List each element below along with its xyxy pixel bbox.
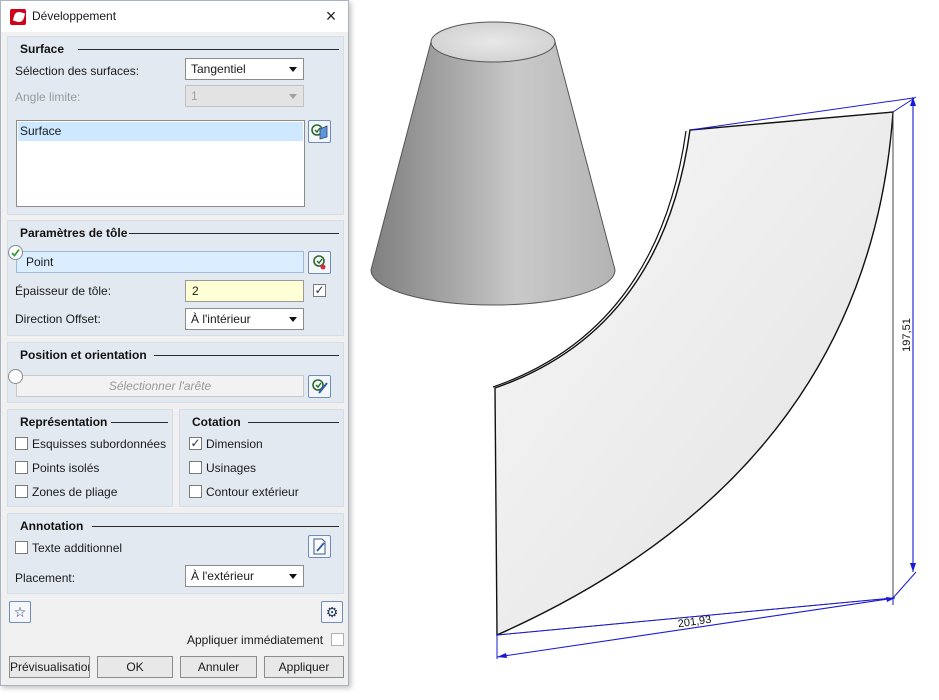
thickness-label: Épaisseur de tôle: [15, 284, 112, 298]
subordinate-sketches-checkbox[interactable] [15, 437, 28, 450]
sheet-params-section-title: Paramètres de tôle [20, 226, 128, 240]
surface-selection-label: Sélection des surfaces: [15, 64, 140, 78]
position-section-title: Position et orientation [20, 348, 147, 362]
surface-selection-dropdown[interactable]: Tangentiel [185, 58, 304, 80]
placement-dropdown[interactable]: À l'extérieur [185, 565, 304, 587]
section-divider [111, 422, 168, 423]
machining-checkbox[interactable] [189, 461, 202, 474]
model-viewport[interactable]: 197,51 201,93 [352, 0, 939, 697]
angle-limit-label: Angle limite: [15, 90, 81, 104]
section-divider [92, 526, 339, 527]
apply-immediately-label: Appliquer immédiatement [187, 633, 324, 647]
chevron-down-icon [289, 317, 297, 322]
offset-direction-dropdown[interactable]: À l'intérieur [185, 308, 304, 330]
dialog-titlebar[interactable]: Développement × [1, 1, 348, 32]
isolated-points-checkbox[interactable] [15, 461, 28, 474]
chevron-down-icon [289, 67, 297, 72]
outer-contour-checkbox[interactable] [189, 485, 202, 498]
settings-button[interactable]: ⚙ [321, 601, 343, 623]
machining-label: Usinages [206, 461, 257, 475]
edit-text-button[interactable] [308, 535, 331, 558]
offset-direction-label: Direction Offset: [15, 312, 101, 326]
section-divider [129, 233, 339, 234]
point-field[interactable]: Point [16, 251, 304, 273]
outer-contour-label: Contour extérieur [206, 485, 299, 499]
point-status-icon [8, 245, 23, 260]
ok-button[interactable]: OK [97, 656, 173, 678]
surface-panel: Surface Sélection des surfaces: Tangenti… [7, 36, 344, 215]
pick-surface-button[interactable] [308, 120, 331, 143]
edge-pick-icon [312, 379, 328, 394]
cone-model[interactable] [370, 21, 616, 306]
gear-icon: ⚙ [325, 604, 339, 620]
placement-label: Placement: [15, 571, 76, 585]
cotation-section-title: Cotation [192, 415, 241, 429]
apply-immediately-checkbox[interactable] [331, 633, 344, 646]
thickness-input[interactable]: 2 [185, 280, 304, 302]
close-button[interactable]: × [322, 7, 340, 25]
section-divider [154, 355, 339, 356]
additional-text-label: Texte additionnel [32, 541, 123, 555]
app-logo-icon [10, 9, 26, 25]
surface-selection-value: Tangentiel [191, 62, 246, 76]
surface-section-title: Surface [20, 42, 65, 56]
list-item[interactable]: Surface [18, 122, 303, 141]
width-dimension-label: 201,93 [677, 614, 712, 631]
dimension-checkbox[interactable]: ✓ [189, 437, 202, 450]
edit-icon [313, 538, 326, 555]
cotation-panel: Cotation ✓ Dimension Usinages Contour ex… [179, 409, 344, 507]
bend-zones-label: Zones de pliage [32, 485, 118, 499]
annotation-section-title: Annotation [20, 519, 84, 533]
apply-button[interactable]: Appliquer [264, 656, 344, 678]
pick-edge-button[interactable] [308, 375, 331, 398]
edge-select-field[interactable]: Sélectionner l'arête [16, 375, 304, 397]
chevron-down-icon [289, 574, 297, 579]
angle-limit-dropdown[interactable]: 1 [185, 85, 304, 107]
subordinate-sketches-label: Esquisses subordonnées [32, 437, 167, 451]
angle-limit-value: 1 [191, 89, 198, 103]
representation-panel: Représentation Esquisses subordonnées Po… [7, 409, 173, 507]
dimension-label: Dimension [206, 437, 263, 451]
surface-pick-icon [311, 124, 328, 140]
surface-list[interactable]: Surface [16, 120, 305, 207]
annotation-panel: Annotation Texte additionnel Placement: … [7, 513, 344, 594]
preview-button[interactable]: Prévisualisation [9, 656, 90, 678]
section-divider [78, 49, 339, 50]
dialog-title: Développement [32, 9, 117, 23]
additional-text-checkbox[interactable] [15, 541, 28, 554]
offset-direction-value: À l'intérieur [191, 312, 251, 326]
thickness-checkbox[interactable]: ✓ [313, 284, 326, 297]
representation-section-title: Représentation [20, 415, 108, 429]
bend-zones-checkbox[interactable] [15, 485, 28, 498]
chevron-down-icon [289, 94, 297, 99]
star-icon: ☆ [13, 604, 27, 620]
pick-point-button[interactable] [308, 251, 331, 274]
placement-value: À l'extérieur [191, 569, 254, 583]
cancel-button[interactable]: Annuler [180, 656, 257, 678]
position-panel: Position et orientation Sélectionner l'a… [7, 342, 344, 403]
point-pick-icon [313, 255, 326, 270]
section-divider [248, 422, 339, 423]
check-icon [11, 248, 20, 257]
isolated-points-label: Points isolés [32, 461, 100, 475]
edge-radio[interactable] [8, 369, 23, 384]
sheet-params-panel: Paramètres de tôle Point Épaisseur de tô… [7, 220, 344, 336]
height-dimension-label: 197,51 [901, 318, 913, 352]
development-dialog: Développement × Surface Sélection des su… [0, 0, 349, 686]
favorites-button[interactable]: ☆ [9, 601, 31, 623]
